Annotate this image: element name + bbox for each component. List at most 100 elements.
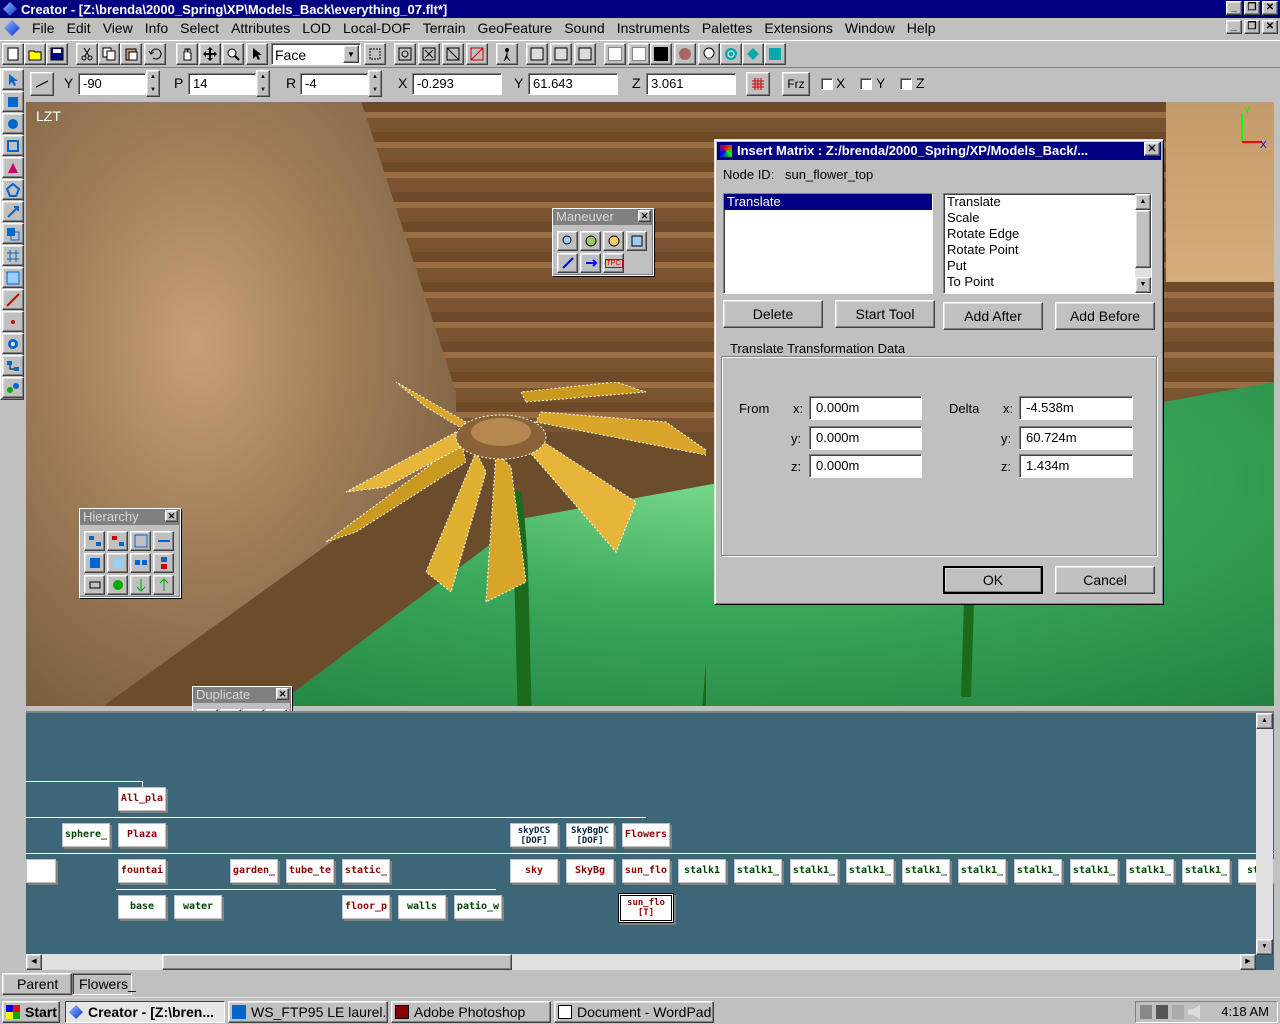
lock-y-checkbox[interactable] [860, 78, 872, 90]
pitch-field[interactable]: 14 [188, 73, 256, 95]
tree-node-fountain[interactable]: fountai [118, 859, 166, 883]
dialog-close-button[interactable]: ✕ [1144, 142, 1160, 156]
menu-file[interactable]: File [26, 20, 61, 36]
network-icon[interactable] [1140, 1005, 1152, 1019]
tree-node-tube-te[interactable]: tube_te [286, 859, 334, 883]
monitor-icon[interactable] [1156, 1005, 1168, 1019]
attribute-tool-button[interactable] [2, 377, 24, 398]
node-tool-button[interactable] [2, 355, 24, 376]
hierarchy-sort-button[interactable] [130, 575, 151, 595]
zoom-extent-button[interactable] [466, 43, 488, 65]
x-position-field[interactable]: -0.293 [412, 73, 502, 95]
menu-sound[interactable]: Sound [558, 20, 610, 36]
tree-node-stalk[interactable]: stalk1_ [734, 859, 782, 883]
zoom-select-button[interactable] [418, 43, 440, 65]
scroll-thumb[interactable] [1135, 210, 1151, 268]
material-button[interactable] [674, 43, 696, 65]
menu-local-dof[interactable]: Local-DOF [337, 20, 417, 36]
open-file-button[interactable] [24, 43, 46, 65]
duplicate-tool-button[interactable] [2, 223, 24, 244]
tool-list[interactable]: Translate Scale Rotate Edge Rotate Point… [943, 193, 1152, 294]
current-node-tab[interactable]: Flowers_ [72, 973, 136, 995]
menu-info[interactable]: Info [139, 20, 174, 36]
tree-node-stalk[interactable]: stalk1_ [846, 859, 894, 883]
minimize-button[interactable]: _ [1226, 1, 1242, 15]
maneuver-palette-title[interactable]: Maneuver ✕ [553, 209, 653, 225]
tree-node-selected-sun-flo[interactable]: sun_flo [T] [618, 893, 674, 923]
y-position-field[interactable]: 61.643 [528, 73, 618, 95]
tree-node-stalk[interactable]: stalk1_ [958, 859, 1006, 883]
start-button[interactable]: Start [2, 1001, 60, 1023]
sunflower-model[interactable] [286, 382, 706, 706]
roll-field[interactable]: -4 [300, 73, 368, 95]
menu-edit[interactable]: Edit [61, 20, 97, 36]
track-plane-button[interactable] [30, 72, 54, 96]
tree-node-plaza[interactable]: Plaza [118, 823, 166, 847]
document-system-icon[interactable] [4, 20, 20, 36]
select-tool-button[interactable] [2, 69, 24, 90]
maneuver-move-button[interactable] [557, 231, 578, 251]
tree-node-water[interactable]: water [174, 895, 222, 919]
menu-palettes[interactable]: Palettes [696, 20, 759, 36]
task-creator[interactable]: Creator - [Z:\bren... [65, 1001, 225, 1023]
tree-node-stalk[interactable]: stalk1_ [790, 859, 838, 883]
texture-map-button[interactable] [742, 43, 764, 65]
yaw-spinner[interactable]: ▲ ▼ [146, 70, 160, 97]
menu-instruments[interactable]: Instruments [611, 20, 696, 36]
tree-node-patio-w[interactable]: patio_w [454, 895, 502, 919]
add-after-button[interactable]: Add After [943, 302, 1043, 330]
menu-attributes[interactable]: Attributes [225, 20, 296, 36]
disk-icon[interactable] [1172, 1005, 1184, 1019]
view-yz-button[interactable] [574, 43, 596, 65]
delete-button[interactable]: Delete [723, 300, 823, 328]
hierarchy-pop-button[interactable] [107, 553, 128, 573]
start-tool-button[interactable]: Start Tool [835, 300, 935, 328]
delta-x-field[interactable]: -4.538m [1019, 396, 1133, 420]
new-file-button[interactable] [2, 43, 24, 65]
paste-button[interactable] [120, 43, 142, 65]
modify-tool-button[interactable] [2, 113, 24, 134]
parent-tab[interactable]: Parent [2, 973, 72, 995]
menu-help[interactable]: Help [901, 20, 942, 36]
task-photoshop[interactable]: Adobe Photoshop [391, 1001, 551, 1023]
tree-node-skybg[interactable]: SkyBg [566, 859, 614, 883]
roll-spinner[interactable]: ▲ ▼ [368, 70, 382, 97]
hierarchy-push-button[interactable] [84, 553, 105, 573]
cancel-button[interactable]: Cancel [1055, 566, 1155, 594]
maneuver-translate-button[interactable] [580, 253, 601, 273]
undo-button[interactable] [144, 43, 166, 65]
grid-snap-button[interactable] [746, 72, 770, 96]
hierarchy-collapse-button[interactable] [84, 575, 105, 595]
close-button[interactable]: ✕ [1262, 1, 1278, 15]
map-tool-button[interactable] [2, 267, 24, 288]
from-y-field[interactable]: 0.000m [809, 426, 922, 450]
tree-node-flowers[interactable]: Flowers [622, 823, 670, 847]
close-icon[interactable]: ✕ [638, 210, 651, 222]
delta-y-field[interactable]: 60.724m [1019, 426, 1133, 450]
zoom-tool-button[interactable] [222, 43, 244, 65]
ok-button[interactable]: OK [943, 566, 1043, 594]
color-swatch-2[interactable] [628, 43, 650, 65]
menu-view[interactable]: View [97, 20, 139, 36]
tree-node-skybgdc[interactable]: SkyBgDC [DOF] [566, 823, 614, 847]
hierarchy-link-button[interactable] [153, 531, 174, 551]
texture-button[interactable] [720, 43, 742, 65]
tree-node-stalk[interactable]: stalk1_ [1126, 859, 1174, 883]
tool-list-item-rotate-edge[interactable]: Rotate Edge [944, 226, 1151, 242]
menu-extensions[interactable]: Extensions [758, 20, 838, 36]
polygon-tool-button[interactable] [2, 179, 24, 200]
doc-minimize-button[interactable]: _ [1226, 20, 1242, 34]
duplicate-palette-title[interactable]: Duplicate ✕ [193, 687, 291, 703]
menu-select[interactable]: Select [174, 20, 225, 36]
hierarchy-child-button[interactable] [153, 553, 174, 573]
color-swatch-1[interactable] [604, 43, 626, 65]
close-icon[interactable]: ✕ [165, 510, 178, 522]
create-tool-button[interactable] [2, 91, 24, 112]
doc-restore-button[interactable]: ❐ [1244, 20, 1260, 34]
save-button[interactable] [46, 43, 68, 65]
scroll-left-icon[interactable]: ◀ [26, 954, 42, 970]
clock[interactable]: 4:18 AM [1221, 1004, 1269, 1019]
matrix-list[interactable]: Translate [723, 193, 933, 294]
task-ws-ftp[interactable]: WS_FTP95 LE laurel... [228, 1001, 388, 1023]
light-point-tool-button[interactable] [2, 333, 24, 354]
